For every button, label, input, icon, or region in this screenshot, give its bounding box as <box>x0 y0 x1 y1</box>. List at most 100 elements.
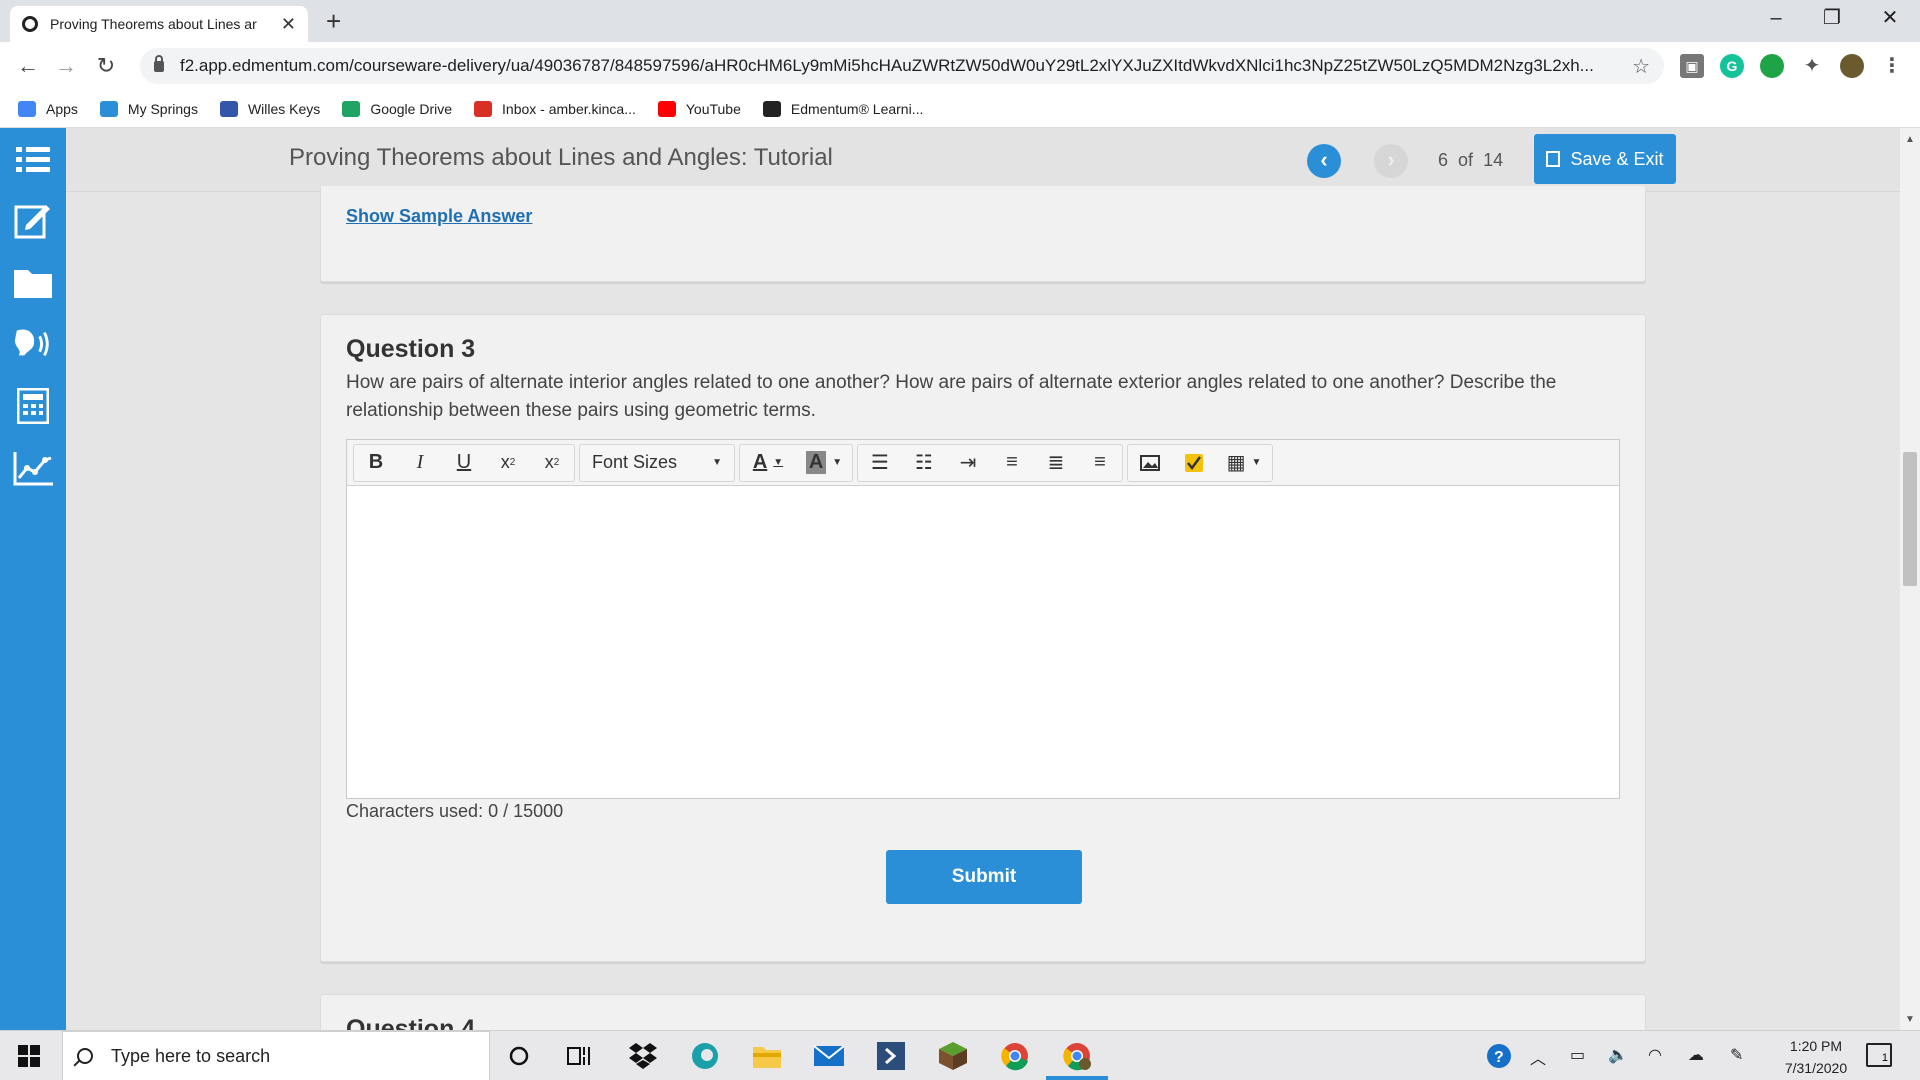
minecraft-icon[interactable] <box>936 1039 970 1073</box>
cortana-icon[interactable] <box>502 1039 536 1073</box>
pen-icon[interactable]: ✎ <box>1730 1045 1743 1065</box>
back-icon[interactable]: ← <box>14 52 42 80</box>
bookmark-star-icon[interactable]: ☆ <box>1632 54 1650 79</box>
restore-icon[interactable]: ❐ <box>1812 4 1852 32</box>
notification-center-icon[interactable]: 1 <box>1866 1043 1892 1067</box>
volume-icon[interactable]: 🔈 <box>1608 1045 1628 1065</box>
powershell-icon[interactable] <box>874 1039 908 1073</box>
chrome-icon[interactable] <box>998 1039 1032 1073</box>
wifi-icon[interactable]: ◠ <box>1648 1045 1662 1065</box>
bookmark-item[interactable]: My Springs <box>99 100 198 117</box>
new-tab-icon[interactable]: + <box>326 6 341 36</box>
grammarly-icon[interactable]: G <box>1720 54 1744 78</box>
bookmark-item[interactable]: YouTube <box>657 100 741 117</box>
chevron-right-icon: › <box>1387 147 1395 172</box>
extension-green-icon[interactable] <box>1760 54 1784 78</box>
reload-icon[interactable]: ↻ <box>92 52 120 80</box>
menu-kebab-icon[interactable]: ⋮ <box>1880 54 1904 78</box>
notification-count: 1 <box>1881 1052 1888 1064</box>
file-explorer-icon[interactable] <box>750 1039 784 1073</box>
bulleted-list-icon[interactable]: ☰ <box>858 445 902 481</box>
align-left-icon[interactable]: ≡ <box>990 445 1034 481</box>
font-size-group: Font Sizes ▼ <box>579 443 735 482</box>
browser-tab[interactable]: Proving Theorems about Lines ar ✕ <box>10 6 308 42</box>
insert-image-icon[interactable] <box>1128 445 1172 481</box>
windows-start-icon[interactable] <box>18 1045 40 1067</box>
text-to-speech-icon[interactable] <box>13 324 53 364</box>
extension-icon[interactable]: ▣ <box>1680 54 1704 78</box>
system-clock[interactable]: 1:20 PM 7/31/2020 <box>1766 1035 1866 1079</box>
help-icon[interactable]: ? <box>1486 1043 1514 1074</box>
youtube-icon <box>657 100 676 117</box>
browser-toolbar: ← → ↻ f2.app.edmentum.com/courseware-del… <box>0 42 1920 90</box>
bookmark-item[interactable]: Apps <box>18 100 78 117</box>
edmentum-icon <box>762 100 781 117</box>
notepad-edit-icon[interactable] <box>13 200 53 240</box>
underline-icon[interactable]: U <box>442 445 486 481</box>
address-bar[interactable]: f2.app.edmentum.com/courseware-delivery/… <box>140 48 1664 84</box>
mail-icon[interactable] <box>812 1039 846 1073</box>
previous-page-button[interactable]: ‹ <box>1307 144 1341 178</box>
spellcheck-icon[interactable] <box>1172 445 1216 481</box>
bookmark-label: Google Drive <box>370 100 453 117</box>
answer-textarea[interactable] <box>347 486 1619 798</box>
scroll-up-icon[interactable]: ▲ <box>1903 134 1917 145</box>
scroll-down-icon[interactable]: ▼ <box>1903 1014 1917 1025</box>
extensions-puzzle-icon[interactable]: ✦ <box>1800 54 1824 78</box>
gmail-icon <box>474 100 493 117</box>
bookmark-item[interactable]: Willes Keys <box>219 100 320 117</box>
bold-icon[interactable]: B <box>354 445 398 481</box>
close-window-icon[interactable]: ✕ <box>1870 4 1910 32</box>
highlight-color-icon[interactable]: A ▼ <box>796 445 852 481</box>
taskbar-search[interactable]: Type here to search <box>62 1031 490 1080</box>
bookmark-label: My Springs <box>127 100 198 117</box>
battery-icon[interactable]: ▭ <box>1570 1045 1585 1065</box>
page-of: of <box>1458 150 1474 170</box>
profile-avatar[interactable] <box>1840 54 1864 78</box>
paragraph-group: ☰ ☷ ⇥ ≡ ≣ ≡ <box>857 443 1123 482</box>
text-color-icon[interactable]: A ▼ <box>740 445 796 481</box>
task-view-icon[interactable] <box>562 1039 596 1073</box>
onedrive-icon[interactable]: ☁ <box>1688 1045 1704 1065</box>
question-3-card: Question 3 How are pairs of alternate in… <box>320 314 1646 962</box>
forward-icon[interactable]: → <box>52 52 80 80</box>
close-tab-icon[interactable]: ✕ <box>281 14 296 35</box>
table-of-contents-icon[interactable] <box>13 140 53 180</box>
align-center-icon[interactable]: ≣ <box>1034 445 1078 481</box>
taskbar-search-placeholder: Type here to search <box>111 1045 271 1066</box>
dropbox-icon[interactable] <box>626 1039 660 1073</box>
italic-icon[interactable]: I <box>398 445 442 481</box>
edge-icon[interactable] <box>688 1039 722 1073</box>
minimize-icon[interactable]: – <box>1756 4 1796 32</box>
submit-button[interactable]: Submit <box>886 850 1082 904</box>
superscript-icon[interactable]: x2 <box>486 445 530 481</box>
numbered-list-icon[interactable]: ☷ <box>902 445 946 481</box>
rich-text-editor: B I U x2 x2 Font Sizes ▼ A▼ A▼ ☰ ☷ ⇥ ≡ <box>346 439 1620 799</box>
search-icon <box>77 1048 93 1064</box>
bookmark-item[interactable]: Google Drive <box>342 100 453 117</box>
save-exit-button[interactable]: Save & Exit <box>1534 134 1676 184</box>
windows-taskbar: Type here to search ? ︿ ▭ 🔈 ◠ ☁ ✎ 1:20 P… <box>0 1030 1920 1080</box>
scrollbar-thumb[interactable] <box>1903 452 1917 586</box>
show-sample-answer-link[interactable]: Show Sample Answer <box>346 206 532 227</box>
folder-icon[interactable] <box>13 262 53 302</box>
subscript-icon[interactable]: x2 <box>530 445 574 481</box>
clock-date: 7/31/2020 <box>1784 1060 1848 1076</box>
bookmark-item[interactable]: Edmentum® Learni... <box>762 100 923 117</box>
calculator-icon[interactable] <box>13 386 53 426</box>
lesson-title: Proving Theorems about Lines and Angles:… <box>289 144 833 171</box>
graphing-icon[interactable] <box>13 448 53 488</box>
insert-table-icon[interactable]: ▦ ▼ <box>1216 445 1272 481</box>
show-hidden-icons-icon[interactable]: ︿ <box>1530 1045 1546 1069</box>
bookmark-item[interactable]: Inbox - amber.kinca... <box>474 100 636 117</box>
question-title: Question 3 <box>346 335 476 363</box>
align-right-icon[interactable]: ≡ <box>1078 445 1122 481</box>
font-sizes-dropdown[interactable]: Font Sizes ▼ <box>580 445 734 481</box>
indent-icon[interactable]: ⇥ <box>946 445 990 481</box>
chrome-profile-icon[interactable] <box>1060 1039 1094 1073</box>
lock-icon <box>154 54 164 72</box>
next-page-button[interactable]: › <box>1374 144 1408 178</box>
question-text: How are pairs of alternate interior angl… <box>346 372 1557 421</box>
browser-tab-strip: Proving Theorems about Lines ar ✕ + – ❐ … <box>0 0 1920 42</box>
save-exit-label: Save & Exit <box>1570 148 1664 169</box>
